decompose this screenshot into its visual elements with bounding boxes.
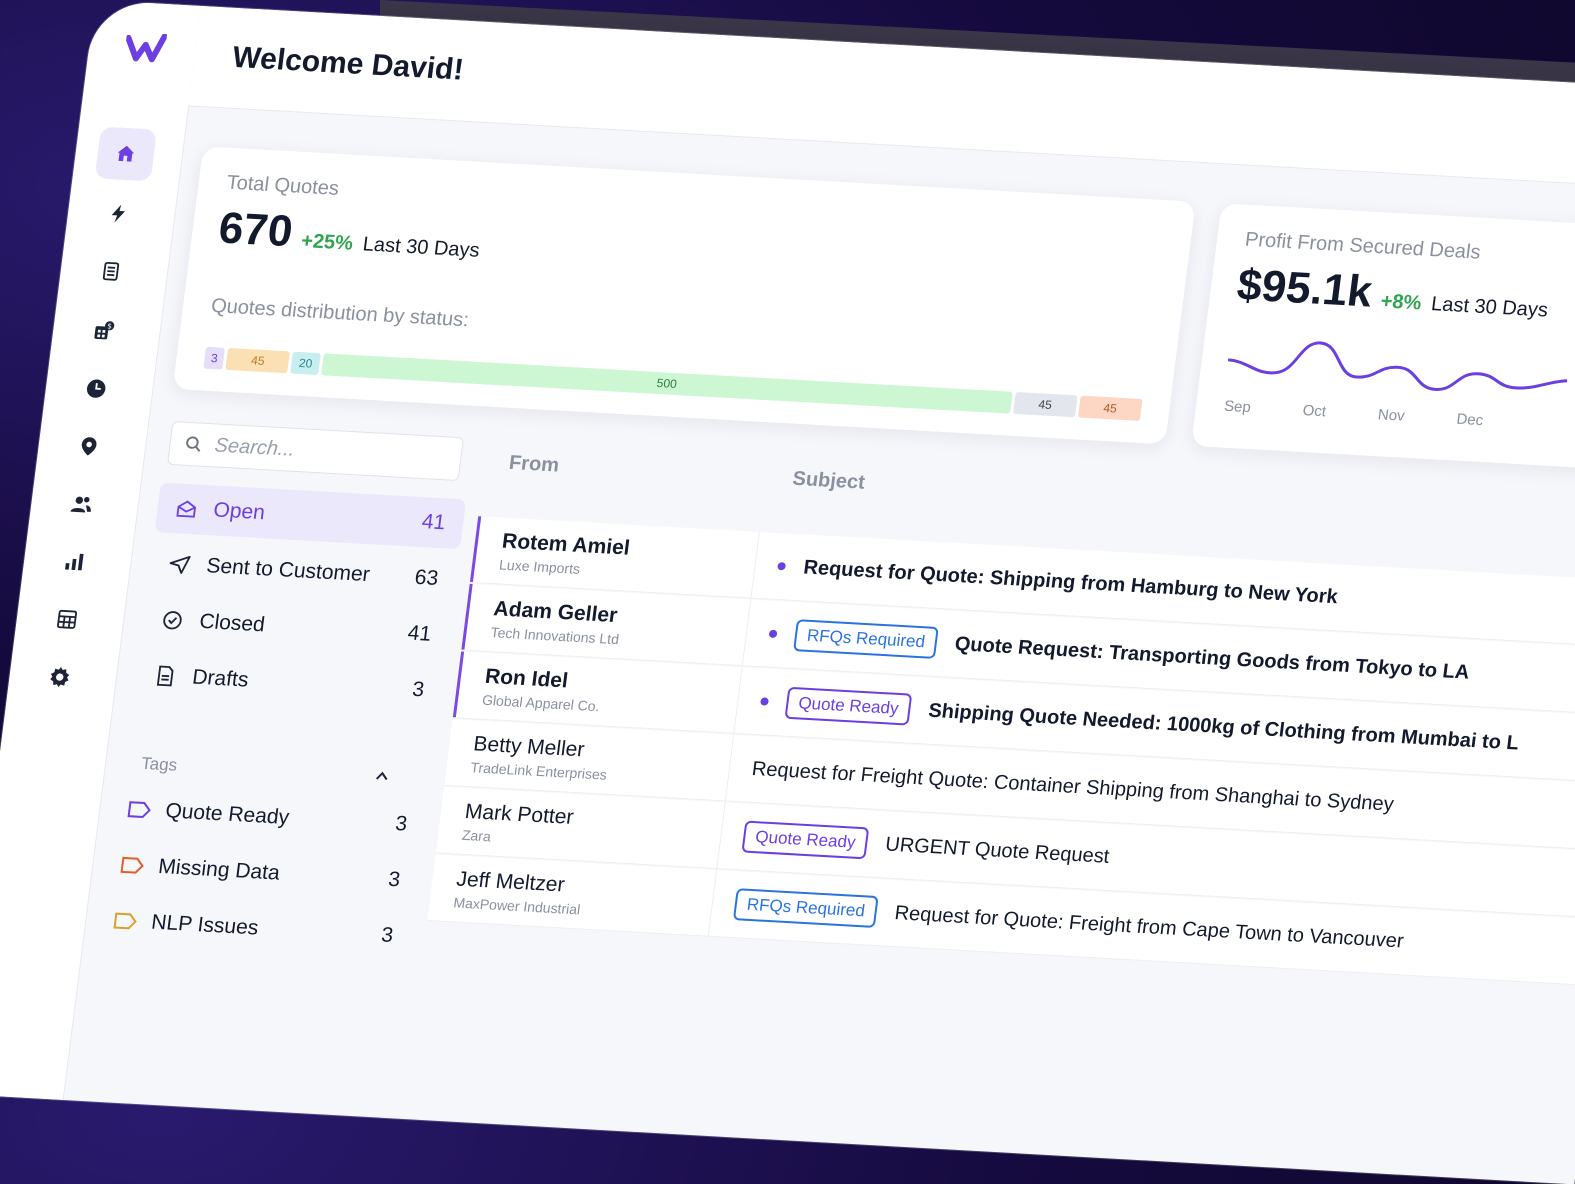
tag-icon	[113, 912, 137, 930]
column-header-subject[interactable]: Subject	[791, 468, 866, 495]
total-quotes-change: +25%	[299, 229, 355, 255]
tag-count: 3	[379, 923, 395, 948]
tag-quote-ready[interactable]: Quote Ready 3	[125, 789, 410, 844]
brand-logo-icon	[125, 32, 168, 63]
profit-sparkline	[1227, 341, 1568, 391]
tag-nlp-issues[interactable]: NLP Issues 3	[111, 901, 396, 956]
nav-automations[interactable]	[87, 186, 149, 241]
nav-reports[interactable]	[43, 534, 105, 589]
status-badge[interactable]: Quote Ready	[741, 820, 870, 860]
nav-locations[interactable]	[58, 419, 120, 474]
folder-sent-to-customer[interactable]: Sent to Customer 63	[147, 538, 459, 605]
distribution-label: Quotes distribution by status:	[209, 295, 471, 332]
page-title: Welcome David!	[230, 40, 466, 87]
profit-period: Last 30 Days	[1429, 293, 1550, 322]
month-label: Sep	[1223, 397, 1252, 417]
nav-home[interactable]	[94, 126, 158, 182]
clock-icon	[86, 379, 106, 398]
nav-contacts[interactable]	[50, 477, 112, 532]
month-label: Oct	[1301, 402, 1328, 421]
send-icon	[169, 555, 191, 574]
message-subject-cell: Request for Quote: Shipping from Hamburg…	[754, 553, 1339, 608]
app-window: $ Welcome David! Total Quotes 670 +25% L…	[0, 0, 1575, 1184]
search-input[interactable]	[211, 432, 438, 471]
total-quotes-card: Total Quotes 670 +25% Last 30 Days Quote…	[172, 146, 1196, 445]
message-subject: Request for Quote: Freight from Cape Tow…	[893, 901, 1405, 952]
month-label: Dec	[1455, 410, 1485, 430]
tag-label: NLP Issues	[150, 910, 260, 940]
total-quotes-period: Last 30 Days	[361, 233, 481, 262]
folder-count: 3	[410, 677, 426, 702]
profit-card: Profit From Secured Deals $95.1k +8% Las…	[1190, 203, 1575, 480]
profit-change: +8%	[1379, 290, 1423, 315]
tag-label: Quote Ready	[164, 799, 291, 830]
column-header-from[interactable]: From	[508, 452, 561, 478]
distribution-segment: 45	[225, 347, 291, 374]
tags-heading: Tags	[140, 753, 179, 775]
message-subject: Quote Request: Transporting Goods from T…	[953, 632, 1471, 684]
message-subject-cell: Quote Ready URGENT Quote Request	[719, 819, 1111, 873]
status-badge[interactable]: RFQs Required	[793, 619, 939, 659]
calculator-icon	[57, 609, 78, 629]
nav-history[interactable]	[65, 361, 127, 416]
tag-count: 3	[387, 867, 402, 892]
total-quotes-label: Total Quotes	[225, 171, 341, 200]
distribution-segment: 20	[290, 351, 321, 376]
folder-label: Open	[212, 498, 267, 525]
message-subject: URGENT Quote Request	[884, 833, 1111, 868]
message-subject: Request for Quote: Shipping from Hamburg…	[802, 556, 1340, 608]
gear-icon	[50, 667, 70, 688]
users-icon	[70, 496, 91, 513]
message-subject-cell: Request for Freight Quote: Container Shi…	[729, 756, 1395, 816]
distribution-segment: 500	[321, 353, 1013, 414]
status-badge[interactable]: Quote Ready	[784, 686, 913, 726]
distribution-segment: 45	[1012, 391, 1078, 418]
status-badge[interactable]: RFQs Required	[732, 888, 879, 928]
distribution-segment: 45	[1077, 395, 1143, 421]
location-pin-icon	[81, 437, 97, 456]
unread-dot-icon	[777, 562, 787, 571]
message-subject: Shipping Quote Needed: 1000kg of Clothin…	[927, 699, 1521, 755]
folder-count: 41	[406, 621, 433, 646]
document-list-icon	[102, 261, 120, 281]
tag-missing-data[interactable]: Missing Data 3	[118, 845, 403, 900]
folder-closed[interactable]: Closed 41	[140, 594, 452, 661]
unread-dot-icon	[768, 629, 778, 639]
tag-count: 3	[394, 812, 409, 836]
check-circle-icon	[163, 611, 182, 630]
chevron-up-icon[interactable]	[374, 769, 390, 784]
folder-open[interactable]: Open 41	[154, 482, 467, 550]
tag-icon	[120, 856, 144, 874]
unread-dot-icon	[760, 697, 770, 706]
month-label: Nov	[1376, 406, 1406, 425]
folder-label: Drafts	[191, 665, 250, 692]
profit-value: $95.1k	[1234, 260, 1375, 317]
calculator-dollar-icon: $	[94, 321, 115, 340]
folder-count: 63	[413, 565, 440, 590]
status-distribution-bar: 3 45 20 500 45 45	[203, 346, 1143, 421]
folder-label: Sent to Customer	[205, 554, 372, 587]
profit-label: Profit From Secured Deals	[1243, 228, 1482, 264]
distribution-segment: 3	[203, 346, 226, 370]
nav-calculator[interactable]	[36, 592, 98, 647]
nav-pricing[interactable]: $	[72, 304, 134, 359]
folder-label: Closed	[198, 609, 267, 637]
nav-documents[interactable]	[80, 244, 142, 299]
folder-count: 41	[420, 510, 447, 535]
draft-document-icon	[156, 665, 174, 687]
lightning-icon	[111, 204, 126, 223]
main-content: Welcome David! Total Quotes 670 +25% Las…	[63, 5, 1575, 1184]
tag-icon	[127, 801, 151, 818]
message-subject: Request for Freight Quote: Container Shi…	[750, 757, 1396, 816]
search-icon	[186, 436, 201, 452]
home-icon	[117, 145, 135, 162]
folder-drafts[interactable]: Drafts 3	[133, 650, 445, 717]
total-quotes-value: 670	[215, 203, 296, 257]
bar-chart-icon	[65, 553, 84, 571]
search-box[interactable]	[167, 420, 465, 482]
open-envelope-icon	[176, 500, 197, 518]
tag-label: Missing Data	[157, 854, 282, 885]
nav-settings[interactable]	[29, 650, 91, 705]
